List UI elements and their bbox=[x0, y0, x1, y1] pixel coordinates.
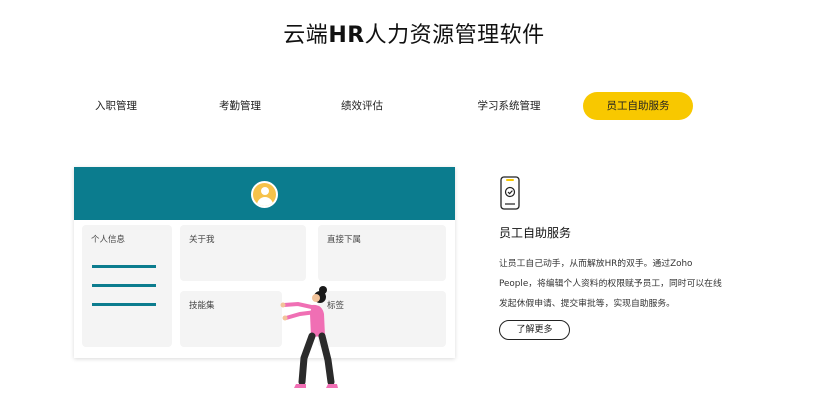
tab-employee-self-service[interactable]: 员工自助服务 bbox=[583, 92, 693, 120]
tab-onboarding[interactable]: 入职管理 bbox=[78, 92, 154, 120]
avatar-head bbox=[261, 187, 269, 195]
card-skills: 技能集 bbox=[180, 291, 282, 347]
text-line bbox=[92, 303, 156, 306]
card-personal-info-label: 个人信息 bbox=[91, 235, 126, 245]
mobile-approval-icon bbox=[500, 176, 520, 210]
avatar-body bbox=[257, 197, 273, 206]
card-direct-reports: 直接下属 bbox=[318, 225, 446, 281]
feature-title: 员工自助服务 bbox=[499, 226, 572, 240]
tab-performance[interactable]: 绩效评估 bbox=[324, 92, 400, 120]
card-about-me: 关于我 bbox=[180, 225, 306, 281]
feature-description: 让员工自己动手，从而解放HR的双手。通过Zoho People，将编辑个人资料的… bbox=[499, 259, 722, 309]
page-title: 云端HR人力资源管理软件 bbox=[283, 23, 545, 48]
card-skills-label: 技能集 bbox=[189, 301, 215, 311]
mockup-header bbox=[74, 167, 455, 220]
text-line bbox=[92, 284, 156, 287]
feature-tabs: 入职管理 考勤管理 绩效评估 学习系统管理 员工自助服务 bbox=[0, 92, 828, 122]
avatar bbox=[251, 181, 278, 208]
card-about-me-label: 关于我 bbox=[189, 235, 215, 245]
text-line bbox=[92, 265, 156, 268]
learn-more-button[interactable]: 了解更多 bbox=[499, 320, 570, 340]
tab-learning[interactable]: 学习系统管理 bbox=[454, 92, 564, 120]
person-pushing-illustration bbox=[280, 286, 338, 388]
profile-mockup-illustration: 个人信息 关于我 直接下属 技能集 标签 bbox=[74, 167, 455, 358]
tab-attendance[interactable]: 考勤管理 bbox=[202, 92, 278, 120]
card-personal-info: 个人信息 bbox=[82, 225, 172, 347]
card-direct-reports-label: 直接下属 bbox=[327, 235, 362, 245]
